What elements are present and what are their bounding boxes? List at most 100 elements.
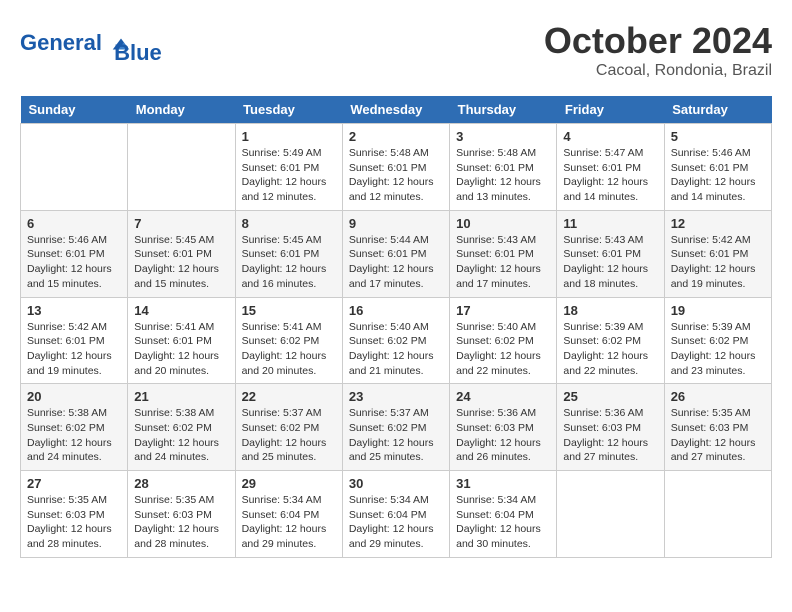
calendar-cell: 30 Sunrise: 5:34 AM Sunset: 6:04 PM Dayli… [342,471,449,558]
calendar-cell: 29 Sunrise: 5:34 AM Sunset: 6:04 PM Dayli… [235,471,342,558]
day-info: Sunrise: 5:48 AM Sunset: 6:01 PM Dayligh… [456,146,550,205]
weekday-wednesday: Wednesday [342,96,449,124]
day-info: Sunrise: 5:46 AM Sunset: 6:01 PM Dayligh… [27,233,121,292]
day-info: Sunrise: 5:45 AM Sunset: 6:01 PM Dayligh… [242,233,336,292]
calendar-cell: 4Sunrise: 5:47 AM Sunset: 6:01 PM Daylig… [557,124,664,211]
calendar-cell: 24 Sunrise: 5:36 AM Sunset: 6:03 PM Dayli… [450,384,557,471]
day-info: Sunrise: 5:42 AM Sunset: 6:01 PM Dayligh… [27,320,121,379]
calendar-table: SundayMondayTuesdayWednesdayThursdayFrid… [20,96,772,558]
day-info: Sunrise: 5:38 AM Sunset: 6:02 PM Dayligh… [134,406,228,465]
calendar-cell: 19 Sunrise: 5:39 AM Sunset: 6:02 PM Dayli… [664,297,771,384]
day-info: Sunrise: 5:48 AM Sunset: 6:01 PM Dayligh… [349,146,443,205]
day-info: Sunrise: 5:36 AM Sunset: 6:03 PM Dayligh… [456,406,550,465]
day-number: 17 [456,303,550,318]
day-number: 28 [134,476,228,491]
calendar-cell: 18 Sunrise: 5:39 AM Sunset: 6:02 PM Dayli… [557,297,664,384]
day-info: Sunrise: 5:46 AM Sunset: 6:01 PM Dayligh… [671,146,765,205]
day-info: Sunrise: 5:34 AM Sunset: 6:04 PM Dayligh… [242,493,336,552]
calendar-cell: 25 Sunrise: 5:36 AM Sunset: 6:03 PM Dayli… [557,384,664,471]
day-number: 2 [349,129,443,144]
day-number: 1 [242,129,336,144]
calendar-cell: 21 Sunrise: 5:38 AM Sunset: 6:02 PM Dayli… [128,384,235,471]
calendar-cell: 27 Sunrise: 5:35 AM Sunset: 6:03 PM Dayli… [21,471,128,558]
calendar-cell [128,124,235,211]
calendar-cell: 9Sunrise: 5:44 AM Sunset: 6:01 PM Daylig… [342,210,449,297]
day-number: 24 [456,389,550,404]
calendar-cell: 15Sunrise: 5:41 AM Sunset: 6:02 PM Dayli… [235,297,342,384]
calendar-cell: 23 Sunrise: 5:37 AM Sunset: 6:02 PM Dayli… [342,384,449,471]
day-info: Sunrise: 5:39 AM Sunset: 6:02 PM Dayligh… [563,320,657,379]
day-number: 29 [242,476,336,491]
day-number: 18 [563,303,657,318]
day-number: 11 [563,216,657,231]
day-number: 30 [349,476,443,491]
calendar-cell: 22Sunrise: 5:37 AM Sunset: 6:02 PM Dayli… [235,384,342,471]
day-number: 31 [456,476,550,491]
calendar-week-1: 1 Sunrise: 5:49 AM Sunset: 6:01 PM Daylig… [21,124,772,211]
day-info: Sunrise: 5:35 AM Sunset: 6:03 PM Dayligh… [27,493,121,552]
title-block: October 2024 Cacoal, Rondonia, Brazil [544,20,772,80]
calendar-cell: 10Sunrise: 5:43 AM Sunset: 6:01 PM Dayli… [450,210,557,297]
weekday-header-row: SundayMondayTuesdayWednesdayThursdayFrid… [21,96,772,124]
day-info: Sunrise: 5:41 AM Sunset: 6:01 PM Dayligh… [134,320,228,379]
page-header: General Blue October 2024 Cacoal, Rondon… [20,20,772,80]
calendar-cell: 1 Sunrise: 5:49 AM Sunset: 6:01 PM Daylig… [235,124,342,211]
calendar-cell: 6 Sunrise: 5:46 AM Sunset: 6:01 PM Daylig… [21,210,128,297]
weekday-thursday: Thursday [450,96,557,124]
day-number: 3 [456,129,550,144]
day-number: 19 [671,303,765,318]
day-number: 20 [27,389,121,404]
weekday-monday: Monday [128,96,235,124]
calendar-week-3: 13Sunrise: 5:42 AM Sunset: 6:01 PM Dayli… [21,297,772,384]
calendar-cell: 28 Sunrise: 5:35 AM Sunset: 6:03 PM Dayli… [128,471,235,558]
day-number: 5 [671,129,765,144]
day-number: 25 [563,389,657,404]
day-info: Sunrise: 5:35 AM Sunset: 6:03 PM Dayligh… [671,406,765,465]
calendar-week-4: 20 Sunrise: 5:38 AM Sunset: 6:02 PM Dayli… [21,384,772,471]
calendar-cell: 31Sunrise: 5:34 AM Sunset: 6:04 PM Dayli… [450,471,557,558]
day-number: 23 [349,389,443,404]
calendar-cell: 3 Sunrise: 5:48 AM Sunset: 6:01 PM Daylig… [450,124,557,211]
calendar-week-2: 6 Sunrise: 5:46 AM Sunset: 6:01 PM Daylig… [21,210,772,297]
day-info: Sunrise: 5:40 AM Sunset: 6:02 PM Dayligh… [349,320,443,379]
calendar-cell: 8 Sunrise: 5:45 AM Sunset: 6:01 PM Daylig… [235,210,342,297]
day-info: Sunrise: 5:40 AM Sunset: 6:02 PM Dayligh… [456,320,550,379]
day-info: Sunrise: 5:43 AM Sunset: 6:01 PM Dayligh… [563,233,657,292]
calendar-cell [21,124,128,211]
day-number: 6 [27,216,121,231]
day-number: 27 [27,476,121,491]
day-info: Sunrise: 5:35 AM Sunset: 6:03 PM Dayligh… [134,493,228,552]
day-number: 8 [242,216,336,231]
calendar-cell: 16 Sunrise: 5:40 AM Sunset: 6:02 PM Dayli… [342,297,449,384]
day-info: Sunrise: 5:34 AM Sunset: 6:04 PM Dayligh… [349,493,443,552]
day-number: 26 [671,389,765,404]
day-info: Sunrise: 5:37 AM Sunset: 6:02 PM Dayligh… [349,406,443,465]
calendar-header: SundayMondayTuesdayWednesdayThursdayFrid… [21,96,772,124]
day-number: 21 [134,389,228,404]
calendar-cell: 20Sunrise: 5:38 AM Sunset: 6:02 PM Dayli… [21,384,128,471]
day-number: 9 [349,216,443,231]
calendar-cell [557,471,664,558]
day-info: Sunrise: 5:42 AM Sunset: 6:01 PM Dayligh… [671,233,765,292]
calendar-cell: 7Sunrise: 5:45 AM Sunset: 6:01 PM Daylig… [128,210,235,297]
day-number: 7 [134,216,228,231]
calendar-cell: 2 Sunrise: 5:48 AM Sunset: 6:01 PM Daylig… [342,124,449,211]
weekday-saturday: Saturday [664,96,771,124]
logo-blue: Blue [114,40,162,65]
day-info: Sunrise: 5:43 AM Sunset: 6:01 PM Dayligh… [456,233,550,292]
weekday-sunday: Sunday [21,96,128,124]
day-info: Sunrise: 5:39 AM Sunset: 6:02 PM Dayligh… [671,320,765,379]
calendar-cell: 5 Sunrise: 5:46 AM Sunset: 6:01 PM Daylig… [664,124,771,211]
day-number: 12 [671,216,765,231]
calendar-cell: 17 Sunrise: 5:40 AM Sunset: 6:02 PM Dayli… [450,297,557,384]
day-info: Sunrise: 5:36 AM Sunset: 6:03 PM Dayligh… [563,406,657,465]
calendar-body: 1 Sunrise: 5:49 AM Sunset: 6:01 PM Daylig… [21,124,772,558]
day-info: Sunrise: 5:49 AM Sunset: 6:01 PM Dayligh… [242,146,336,205]
month-title: October 2024 [544,20,772,62]
day-number: 16 [349,303,443,318]
calendar-cell [664,471,771,558]
day-number: 14 [134,303,228,318]
weekday-tuesday: Tuesday [235,96,342,124]
weekday-friday: Friday [557,96,664,124]
calendar-cell: 14 Sunrise: 5:41 AM Sunset: 6:01 PM Dayli… [128,297,235,384]
